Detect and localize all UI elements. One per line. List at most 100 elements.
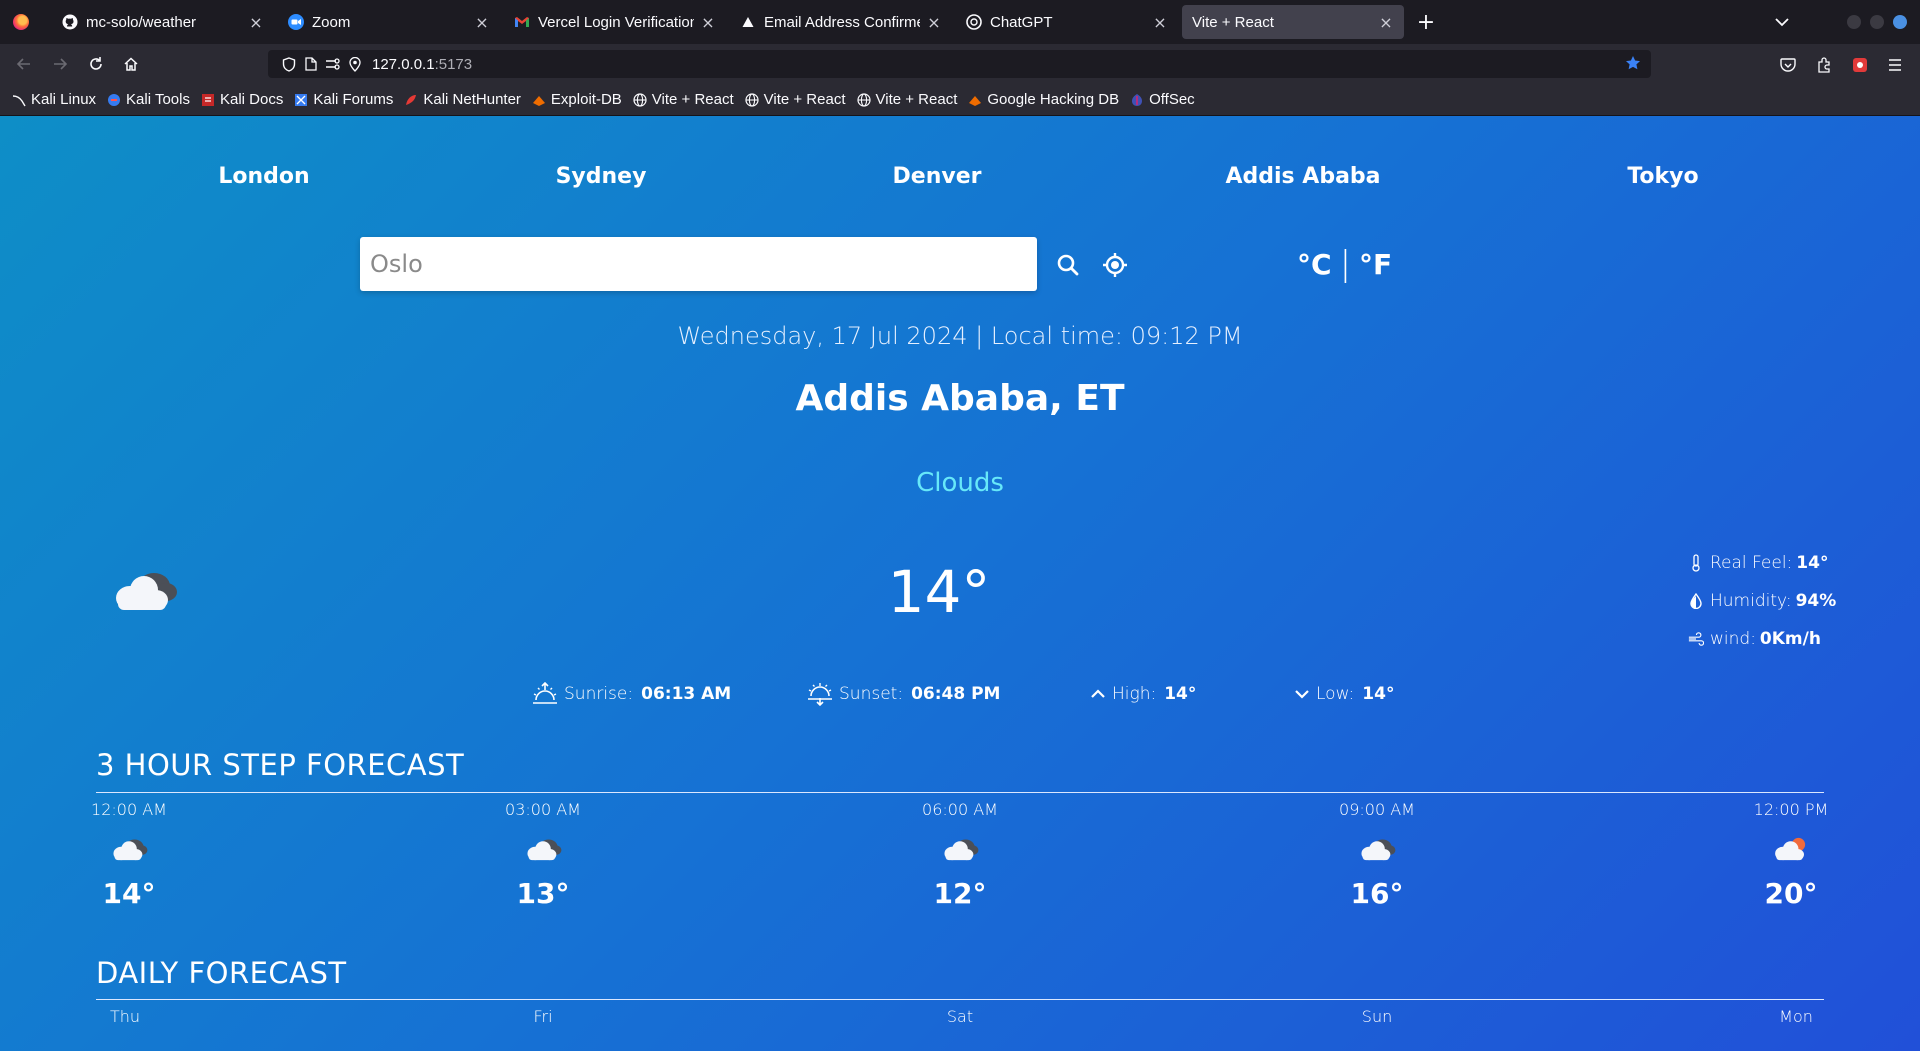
permissions-icon[interactable] [322, 57, 344, 71]
close-tab-icon[interactable]: × [1378, 13, 1394, 32]
current-temperature: 14° [887, 558, 991, 626]
bookmark-vite-react-1[interactable]: Vite + React [633, 91, 734, 108]
city-button-denver[interactable]: Denver [893, 164, 982, 189]
unit-separator: | [1339, 244, 1352, 284]
globe-icon [633, 92, 647, 107]
search-input[interactable] [360, 237, 1037, 291]
bookmark-label: Vite + React [763, 91, 846, 108]
navigation-toolbar: 127.0.0.1:5173 [0, 44, 1920, 84]
tab-vercel-login[interactable]: Vercel Login Verification × [504, 5, 726, 39]
bookmark-kali-linux[interactable]: Kali Linux [12, 91, 96, 108]
bookmark-label: Kali Forums [313, 91, 394, 108]
app-menu-icon[interactable] [1886, 56, 1904, 74]
tab-github[interactable]: mc-solo/weather × [52, 5, 274, 39]
firefox-logo-icon[interactable] [13, 14, 29, 30]
cloudy-night-icon [922, 835, 998, 863]
bookmark-vite-react-3[interactable]: Vite + React [856, 91, 957, 108]
city-button-london[interactable]: London [218, 164, 309, 189]
forecast-day: Sat [946, 1007, 974, 1026]
close-tab-icon[interactable]: × [248, 13, 264, 32]
close-tab-icon[interactable]: × [1152, 13, 1168, 32]
real-feel-value: 14° [1796, 553, 1829, 573]
bookmark-star-icon[interactable] [1625, 55, 1641, 76]
hourly-forecast-item: 12:00 PM 20° [1754, 800, 1829, 910]
weather-condition: Clouds [916, 468, 1004, 498]
cloudy-night-icon [1339, 835, 1415, 863]
sunrise-value: 06:13 AM [641, 684, 732, 704]
tab-title: Email Address Confirmed [764, 13, 920, 31]
city-button-sydney[interactable]: Sydney [556, 164, 647, 189]
humidity-label: Humidity: [1710, 591, 1792, 611]
bookmark-label: Kali Docs [219, 91, 284, 108]
kali-icon [12, 93, 26, 107]
celsius-button[interactable]: °C [1297, 248, 1332, 281]
new-tab-button[interactable]: + [1412, 8, 1440, 36]
daily-forecast-title: daily forecast [96, 956, 347, 990]
vercel-icon [740, 14, 756, 30]
extension-red-icon[interactable] [1851, 56, 1869, 74]
bookmark-kali-nethunter[interactable]: Kali NetHunter [404, 91, 521, 108]
bookmark-kali-docs[interactable]: Kali Docs [201, 91, 283, 108]
real-feel-label: Real Feel: [1710, 553, 1793, 573]
wind-icon [1688, 632, 1704, 646]
sunset-item: Sunset: 06:48 PM [807, 679, 1000, 709]
tab-email-confirmed[interactable]: Email Address Confirmed × [730, 5, 952, 39]
url-host: 127.0.0.1 [372, 55, 435, 73]
location-pin-icon[interactable] [344, 56, 366, 72]
current-location-icon[interactable] [1100, 250, 1130, 280]
high-value: 14° [1164, 684, 1197, 704]
bookmark-kali-tools[interactable]: Kali Tools [107, 91, 190, 108]
close-tab-icon[interactable]: × [926, 13, 942, 32]
bookmark-vite-react-2[interactable]: Vite + React [745, 91, 846, 108]
bookmark-offsec[interactable]: OffSec [1130, 91, 1195, 108]
close-tab-icon[interactable]: × [700, 13, 716, 32]
sunrise-label: Sunrise: [564, 684, 634, 704]
city-button-tokyo[interactable]: Tokyo [1627, 164, 1698, 189]
home-icon[interactable] [117, 50, 145, 78]
tab-title: mc-solo/weather [86, 13, 197, 31]
hourly-forecast-divider [96, 792, 1824, 793]
daily-forecast-item: Fri [533, 1007, 552, 1026]
shield-icon[interactable] [278, 56, 300, 72]
maximize-window-button[interactable] [1870, 15, 1884, 29]
globe-icon [856, 92, 871, 107]
high-label: High: [1112, 684, 1157, 704]
tab-chatgpt[interactable]: ChatGPT × [956, 5, 1178, 39]
sunrise-item: Sunrise: 06:13 AM [532, 679, 731, 709]
daily-forecast-divider [96, 999, 1824, 1000]
tab-vite-react[interactable]: Vite + React × [1182, 5, 1404, 39]
extensions-icon[interactable] [1815, 56, 1833, 74]
pocket-icon[interactable] [1779, 56, 1797, 74]
forward-arrow-icon[interactable] [46, 50, 74, 78]
forecast-time: 12:00 AM [91, 800, 167, 819]
forecast-temp: 20° [1764, 877, 1818, 910]
cloudy-night-icon [505, 835, 581, 863]
search-icon[interactable] [1053, 250, 1083, 280]
bookmark-kali-forums[interactable]: Kali Forums [294, 91, 393, 108]
forecast-time: 09:00 AM [1339, 800, 1415, 819]
bookmark-exploit-db[interactable]: Exploit-DB [532, 91, 622, 108]
tab-zoom[interactable]: Zoom × [278, 5, 500, 39]
page-icon[interactable] [300, 57, 322, 71]
close-tab-icon[interactable]: × [474, 13, 490, 32]
real-feel-row: Real Feel: 14° [1688, 544, 1836, 582]
bookmark-label: Kali NetHunter [423, 91, 521, 108]
bookmark-google-hacking-db[interactable]: Google Hacking DB [968, 91, 1119, 108]
fahrenheit-button[interactable]: °F [1359, 248, 1392, 281]
url-text[interactable]: 127.0.0.1:5173 [372, 56, 472, 73]
close-window-button[interactable] [1893, 15, 1907, 29]
tab-title: ChatGPT [990, 13, 1053, 31]
back-arrow-icon[interactable] [10, 50, 38, 78]
bookmark-label: Exploit-DB [550, 91, 622, 108]
city-button-addis-ababa[interactable]: Addis Ababa [1225, 164, 1380, 189]
browser-tab-bar: mc-solo/weather × Zoom × Vercel Login Ve… [0, 0, 1920, 44]
search-field[interactable] [360, 237, 1037, 291]
offsec-icon [1130, 93, 1144, 107]
bookmark-label: Google Hacking DB [987, 91, 1120, 108]
reload-icon[interactable] [82, 50, 110, 78]
minimize-window-button[interactable] [1847, 15, 1861, 29]
low-label: Low: [1316, 684, 1355, 704]
cloudy-night-icon [91, 835, 167, 863]
url-bar[interactable]: 127.0.0.1:5173 [268, 50, 1651, 78]
list-all-tabs-icon[interactable] [1772, 12, 1792, 32]
